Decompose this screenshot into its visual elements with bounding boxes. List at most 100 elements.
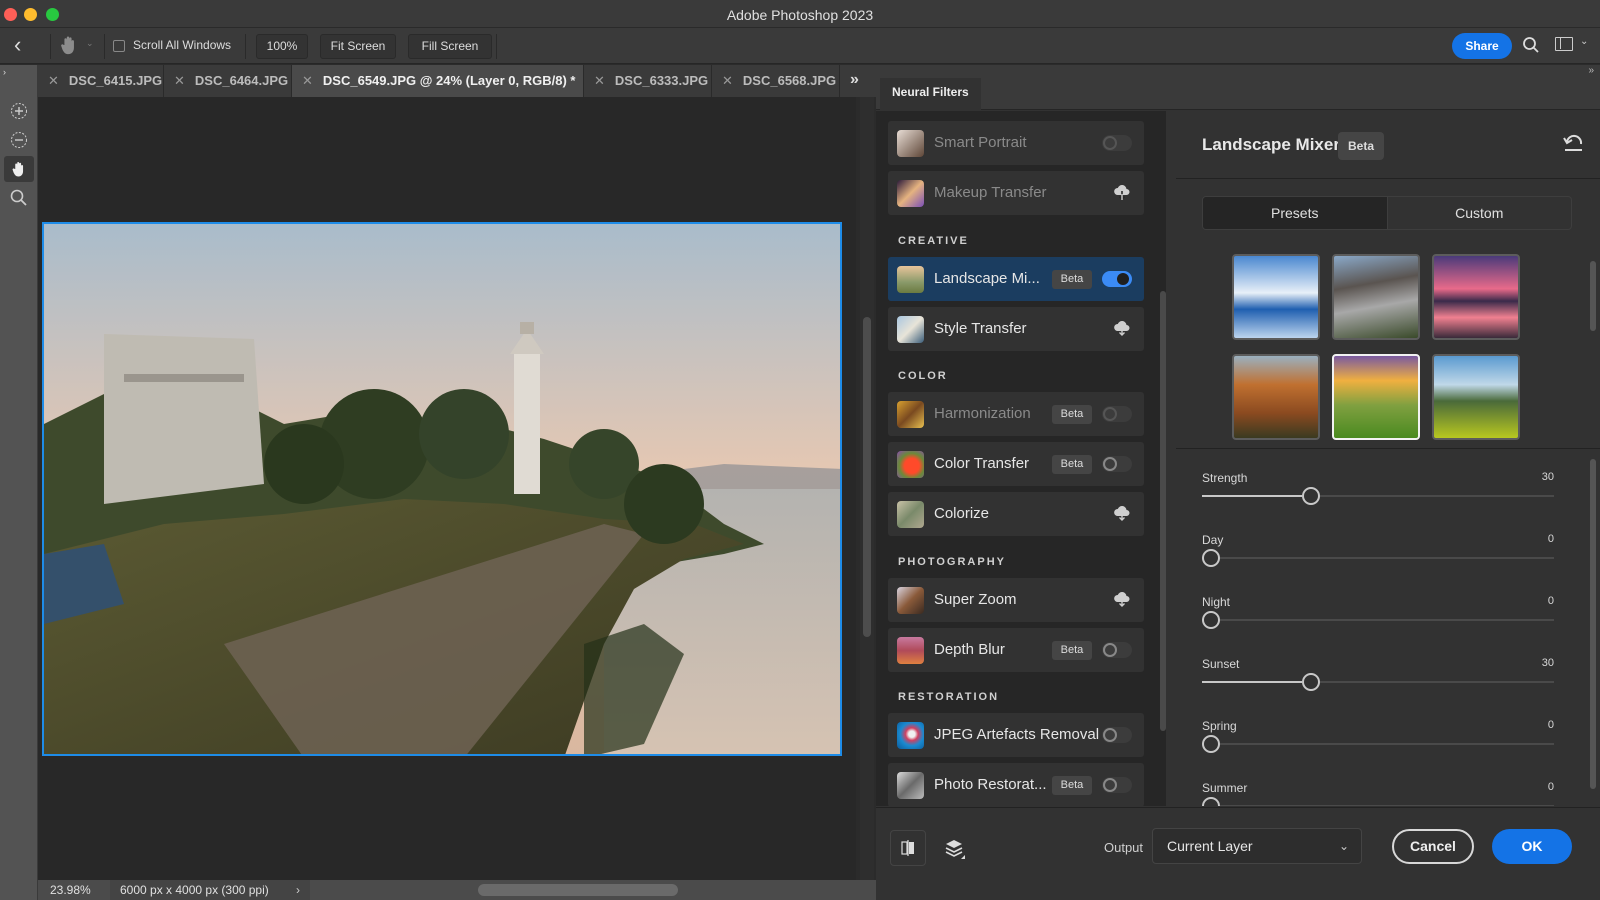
jpeg-artefacts-toggle[interactable] (1102, 727, 1132, 743)
output-dropdown[interactable]: Current Layer ⌄ (1152, 828, 1362, 864)
slider-label: Night (1202, 595, 1231, 609)
horizontal-scroll-thumb[interactable] (478, 884, 678, 896)
scroll-all-windows-checkbox[interactable] (113, 40, 125, 52)
slider-value: 30 (1541, 657, 1554, 669)
hand-icon[interactable] (4, 156, 34, 182)
canvas-vertical-scrollbar[interactable] (860, 97, 874, 880)
neural-filters-tab[interactable]: Neural Filters (880, 78, 981, 110)
reset-icon[interactable] (1562, 133, 1584, 158)
filter-list-scrollbar[interactable] (1160, 291, 1166, 731)
filter-colorize[interactable]: Colorize (888, 492, 1144, 536)
tab-dsc-6568[interactable]: ✕ DSC_6568.JPG (712, 65, 840, 97)
tab-dsc-6549[interactable]: ✕ DSC_6549.JPG @ 24% (Layer 0, RGB/8) * (292, 65, 584, 97)
filter-makeup-transfer[interactable]: Makeup Transfer (888, 171, 1144, 215)
scroll-thumb[interactable] (863, 317, 871, 637)
chevron-down-icon[interactable]: ⌄ (86, 38, 94, 49)
cloud-download-icon[interactable] (1113, 504, 1131, 522)
photo-restoration-toggle[interactable] (1102, 777, 1132, 793)
panel-header: » Neural Filters (876, 65, 1600, 110)
fill-screen-button[interactable]: Fill Screen (408, 34, 492, 59)
close-tab-icon[interactable]: ✕ (722, 73, 733, 88)
landscape-mixer-toggle[interactable] (1102, 271, 1132, 287)
smart-portrait-toggle[interactable] (1102, 135, 1132, 151)
filter-super-zoom[interactable]: Super Zoom (888, 578, 1144, 622)
workspace-icon[interactable] (1555, 37, 1573, 51)
show-layer-icon[interactable] (936, 830, 972, 866)
tab-presets[interactable]: Presets (1203, 197, 1387, 229)
ok-button[interactable]: OK (1492, 829, 1572, 864)
slider-fill (1202, 681, 1302, 683)
cloud-download-icon[interactable] (1113, 183, 1131, 201)
harmonization-toggle[interactable] (1102, 406, 1132, 422)
slider-track[interactable] (1202, 805, 1554, 806)
slider-handle[interactable] (1202, 735, 1220, 753)
document-tabs: ✕ DSC_6415.JPG ✕ DSC_6464.JPG ✕ DSC_6549.JP… (38, 65, 878, 97)
cloud-download-icon[interactable] (1113, 590, 1131, 608)
preset-sunrise-meadow[interactable] (1332, 354, 1420, 440)
slider-strength[interactable]: Strength 30 (1202, 471, 1554, 533)
filter-color-transfer[interactable]: Color Transfer Beta (888, 442, 1144, 486)
slider-track[interactable] (1202, 743, 1554, 745)
close-tab-icon[interactable]: ✕ (302, 73, 313, 88)
filter-smart-portrait[interactable]: Smart Portrait (888, 121, 1144, 165)
cloud-download-icon[interactable] (1113, 319, 1131, 337)
document-image[interactable] (42, 222, 842, 756)
status-menu-arrow[interactable]: › (296, 880, 300, 900)
close-tab-icon[interactable]: ✕ (48, 73, 59, 88)
preset-purple-sunset-peak[interactable] (1432, 254, 1520, 340)
filter-jpeg-artefacts-removal[interactable]: JPEG Artefacts Removal (888, 713, 1144, 757)
slider-day[interactable]: Day 0 (1202, 533, 1554, 595)
workspace-chevron-icon[interactable]: ⌄ (1580, 36, 1588, 47)
tab-dsc-6415[interactable]: ✕ DSC_6415.JPG (38, 65, 164, 97)
slider-track[interactable] (1202, 557, 1554, 559)
close-tab-icon[interactable]: ✕ (594, 73, 605, 88)
slider-handle[interactable] (1302, 673, 1320, 691)
color-transfer-toggle[interactable] (1102, 456, 1132, 472)
presets-scrollbar[interactable] (1590, 261, 1596, 331)
preset-spring-field[interactable] (1432, 354, 1520, 440)
cancel-button[interactable]: Cancel (1392, 829, 1474, 864)
zoom-level[interactable]: 23.98% (50, 880, 91, 900)
filter-style-transfer[interactable]: Style Transfer (888, 307, 1144, 351)
slider-handle[interactable] (1202, 797, 1220, 806)
preset-mountain-valley[interactable] (1332, 254, 1420, 340)
slider-handle[interactable] (1302, 487, 1320, 505)
preset-winter-lake[interactable] (1232, 254, 1320, 340)
tab-custom[interactable]: Custom (1386, 197, 1572, 229)
slider-value: 30 (1541, 471, 1554, 483)
slider-track[interactable] (1202, 619, 1554, 621)
smart-portrait-thumbnail (897, 130, 924, 157)
preset-canyon[interactable] (1232, 354, 1320, 440)
slider-handle[interactable] (1202, 549, 1220, 567)
zoom-icon[interactable] (4, 185, 34, 211)
slider-summer[interactable]: Summer 0 (1202, 781, 1554, 806)
collapse-panel-icon[interactable]: » (1588, 65, 1594, 76)
slider-sunset[interactable]: Sunset 30 (1202, 657, 1554, 719)
back-icon[interactable]: ‹ (14, 32, 21, 58)
zoom-in-icon[interactable] (4, 98, 34, 124)
fit-screen-button[interactable]: Fit Screen (320, 34, 396, 59)
slider-handle[interactable] (1202, 611, 1220, 629)
filter-landscape-mixer[interactable]: Landscape Mi... Beta (888, 257, 1144, 301)
slider-night[interactable]: Night 0 (1202, 595, 1554, 657)
tabs-overflow-icon[interactable]: » (850, 71, 859, 89)
zoom-out-icon[interactable] (4, 127, 34, 153)
filter-photo-restoration[interactable]: Photo Restorat... Beta (888, 763, 1144, 806)
tab-dsc-6333[interactable]: ✕ DSC_6333.JPG (584, 65, 712, 97)
expand-panel-icon[interactable]: › (3, 67, 6, 77)
scroll-all-windows-label: Scroll All Windows (133, 38, 232, 52)
sliders-scrollbar[interactable] (1590, 459, 1596, 789)
beta-badge: Beta (1052, 405, 1092, 424)
compare-before-after-icon[interactable] (890, 830, 926, 866)
hand-tool-preset-icon[interactable] (58, 34, 82, 58)
close-tab-icon[interactable]: ✕ (174, 73, 185, 88)
chevron-down-icon: ⌄ (1338, 839, 1349, 853)
depth-blur-toggle[interactable] (1102, 642, 1132, 658)
slider-spring[interactable]: Spring 0 (1202, 719, 1554, 781)
share-button[interactable]: Share (1452, 33, 1512, 59)
search-icon[interactable] (1522, 36, 1540, 59)
filter-depth-blur[interactable]: Depth Blur Beta (888, 628, 1144, 672)
zoom-100-button[interactable]: 100% (256, 34, 308, 59)
tab-dsc-6464[interactable]: ✕ DSC_6464.JPG (164, 65, 292, 97)
filter-harmonization[interactable]: Harmonization Beta (888, 392, 1144, 436)
